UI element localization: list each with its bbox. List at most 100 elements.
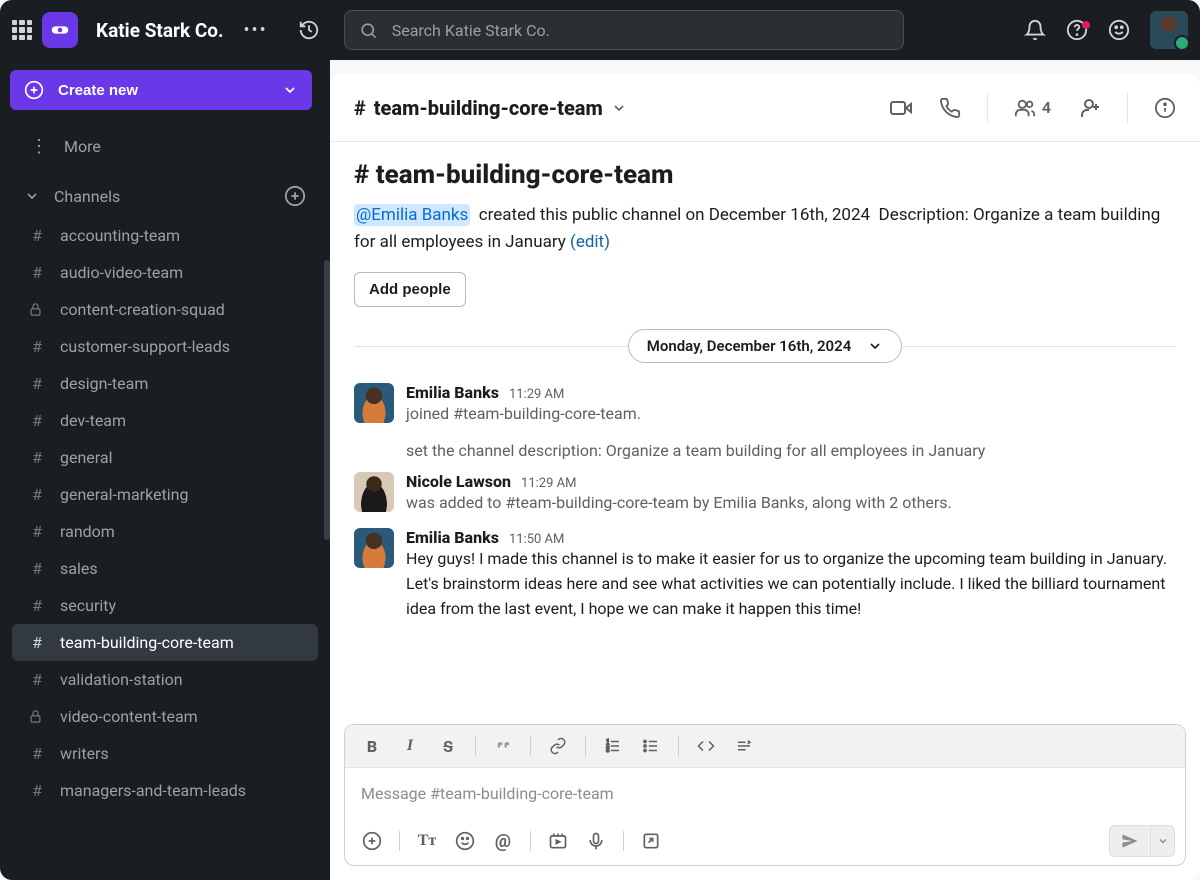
add-people-button[interactable]: Add people (354, 272, 466, 307)
hash-icon: # (28, 781, 46, 800)
channel-item-content-creation-squad[interactable]: content-creation-squad (12, 291, 318, 328)
phone-call-icon[interactable] (939, 97, 961, 119)
channel-item-validation-station[interactable]: #validation-station (12, 661, 318, 698)
channel-label: validation-station (60, 670, 183, 689)
add-people-icon[interactable] (1077, 96, 1101, 120)
message-composer: B I S 123 (344, 724, 1186, 866)
audio-clip-button[interactable] (579, 826, 613, 856)
divider (678, 736, 679, 756)
chevron-down-icon (867, 338, 883, 354)
sidebar: Create new ⋮ More Channels #accounting-t… (0, 60, 330, 880)
italic-button[interactable]: I (393, 731, 427, 761)
message-author[interactable]: Emilia Banks (406, 383, 499, 402)
channel-item-customer-support-leads[interactable]: #customer-support-leads (12, 328, 318, 365)
channel-header: # team-building-core-team 4 (330, 74, 1200, 142)
history-icon[interactable] (298, 19, 320, 41)
quote-button[interactable] (486, 731, 520, 761)
create-new-button[interactable]: Create new (10, 70, 312, 110)
code-block-button[interactable] (727, 731, 761, 761)
channel-item-general[interactable]: #general (12, 439, 318, 476)
channel-title[interactable]: # team-building-core-team (354, 96, 627, 120)
channel-item-design-team[interactable]: # design-team (12, 365, 318, 402)
channel-item-video-content-team[interactable]: video-content-team (12, 698, 318, 735)
channel-label: security (60, 596, 116, 615)
message-time: 11:29 AM (521, 476, 576, 491)
creator-mention[interactable]: @Emilia Banks (354, 204, 470, 226)
date-separator: Monday, December 16th, 2024 (354, 329, 1176, 363)
hash-icon: # (28, 596, 46, 615)
message-author[interactable]: Nicole Lawson (406, 472, 511, 491)
message-author[interactable]: Emilia Banks (406, 528, 499, 547)
channel-label: managers-and-team-leads (60, 781, 246, 800)
member-count[interactable]: 4 (1014, 97, 1051, 119)
bold-button[interactable]: B (355, 731, 389, 761)
hash-icon: # (28, 374, 46, 393)
channel-list: #accounting-team#audio-video-teamcontent… (10, 217, 320, 809)
channel-item-audio-video-team[interactable]: #audio-video-team (12, 254, 318, 291)
workspace-switcher[interactable]: Katie Stark Co. (96, 19, 223, 42)
hash-icon: # (28, 226, 46, 245)
dots-vertical-icon: ⋮ (30, 136, 48, 157)
emoji-button[interactable] (448, 826, 482, 856)
edit-description-link[interactable]: (edit) (570, 232, 610, 252)
info-icon[interactable] (1154, 97, 1176, 119)
user-avatar[interactable] (1150, 11, 1188, 49)
channel-item-dev-team[interactable]: #dev-team (12, 402, 318, 439)
search-input[interactable]: Search Katie Stark Co. (344, 10, 904, 50)
lock-icon (28, 709, 46, 724)
send-button[interactable] (1110, 826, 1150, 856)
workspace-menu-icon[interactable]: ••• (243, 20, 267, 41)
app-launcher-icon[interactable] (12, 20, 32, 40)
attach-button[interactable] (355, 826, 389, 856)
message-content: Emilia Banks11:50 AMHey guys! I made thi… (406, 528, 1176, 621)
video-clip-button[interactable] (541, 826, 575, 856)
help-icon[interactable] (1066, 19, 1088, 41)
main-panel: # team-building-core-team 4 (330, 74, 1200, 880)
composer-toolbar: B I S 123 (345, 725, 1185, 768)
emoji-icon[interactable] (1108, 19, 1130, 41)
link-button[interactable] (541, 731, 575, 761)
chevron-down-icon (611, 100, 627, 116)
strike-button[interactable]: S (431, 731, 465, 761)
divider (530, 736, 531, 756)
channel-item-writers[interactable]: #writers (12, 735, 318, 772)
channel-item-random[interactable]: #random (12, 513, 318, 550)
composer-bottom: Tᴛ @ (345, 819, 1185, 865)
send-options-button[interactable] (1150, 826, 1174, 856)
channel-item-security[interactable]: # security (12, 587, 318, 624)
channel-header-actions: 4 (889, 93, 1176, 123)
shortcut-button[interactable] (634, 826, 668, 856)
date-pill[interactable]: Monday, December 16th, 2024 (628, 329, 903, 363)
channel-item-accounting-team[interactable]: #accounting-team (12, 217, 318, 254)
mention-button[interactable]: @ (486, 826, 520, 856)
channels-section-header[interactable]: Channels (10, 167, 320, 217)
channel-item-team-building-core-team[interactable]: #team-building-core-team (12, 624, 318, 661)
ordered-list-button[interactable]: 123 (596, 731, 630, 761)
divider (399, 831, 400, 851)
composer-input[interactable]: Message #team-building-core-team (345, 768, 1185, 819)
message-time: 11:50 AM (509, 532, 564, 547)
channel-label: design-team (60, 374, 148, 393)
channel-label: general-marketing (60, 485, 188, 504)
channel-item-sales[interactable]: #sales (12, 550, 318, 587)
message-avatar[interactable] (354, 472, 394, 512)
channel-description: @Emilia Banks created this public channe… (354, 202, 1176, 256)
format-button[interactable]: Tᴛ (410, 826, 444, 856)
hash-icon: # (28, 744, 46, 763)
video-call-icon[interactable] (889, 96, 913, 120)
app-logo[interactable] (42, 12, 78, 48)
message-avatar[interactable] (354, 383, 394, 423)
message-content: Nicole Lawson11:29 AMwas added to #team-… (406, 472, 1176, 516)
divider (1127, 93, 1128, 123)
lock-icon (28, 302, 46, 317)
channel-intro-title: # team-building-core-team (354, 160, 1176, 190)
message-avatar[interactable] (354, 528, 394, 568)
sidebar-more[interactable]: ⋮ More (10, 126, 320, 167)
bullet-list-button[interactable] (634, 731, 668, 761)
bell-icon[interactable] (1024, 19, 1046, 41)
code-button[interactable] (689, 731, 723, 761)
channel-item-general-marketing[interactable]: #general-marketing (12, 476, 318, 513)
channel-item-managers-and-team-leads[interactable]: # managers-and-team-leads (12, 772, 318, 809)
search-icon (359, 21, 378, 40)
add-channel-icon[interactable] (284, 185, 306, 207)
